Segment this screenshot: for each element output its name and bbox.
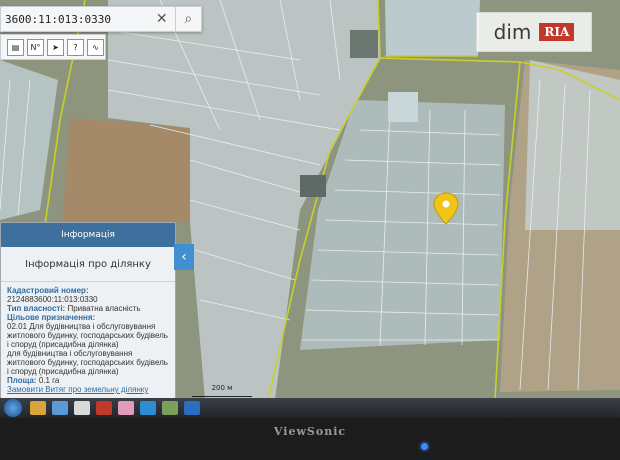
start-button[interactable] (4, 399, 22, 417)
purpose-detail: для будівництва і обслуговування житлово… (7, 349, 168, 376)
brown-field (62, 118, 190, 222)
area-label: Площа: (7, 376, 37, 385)
collapse-panel-icon[interactable]: ‹ (174, 244, 194, 270)
search-icon[interactable]: ⌕ (174, 7, 202, 31)
area-value: 0.1 га (38, 376, 60, 385)
panel-header: Інформація (1, 223, 175, 247)
search-input[interactable] (1, 12, 149, 26)
ownership-value: Приватна власність (67, 304, 141, 313)
panel-body: Кадастровий номер: 2124883600:11:013:033… (1, 282, 175, 398)
browser-icon[interactable] (52, 401, 68, 415)
cadastral-label: Кадастровий номер: (7, 286, 89, 295)
cadastral-value: 2124883600:11:013:0330 (7, 295, 98, 304)
app-icon[interactable] (118, 401, 134, 415)
screen: ✕ ⌕ ▤ N° ➤ ? ∿ dim RIA Інформація Інформ… (0, 0, 620, 400)
taskbar (0, 398, 620, 418)
logo-ria: RIA (539, 23, 575, 41)
dimria-logo: dim RIA (476, 12, 592, 52)
app-icon[interactable] (96, 401, 112, 415)
word-icon[interactable] (184, 401, 200, 415)
building (300, 175, 326, 197)
parcel-top (385, 0, 480, 56)
scale-bar: 200 м (192, 384, 252, 397)
order-extract-link[interactable]: Замовити Витяг про земельну ділянку (7, 385, 169, 394)
purpose-value: 02.01 Для будівництва і обслуговування ж… (7, 322, 168, 349)
cursor-icon[interactable]: ➤ (47, 38, 64, 56)
route-icon[interactable]: ∿ (87, 38, 104, 56)
parcel-info-panel: Інформація Інформація про ділянку Кадаст… (0, 222, 176, 400)
power-led-icon (421, 443, 428, 450)
clear-icon[interactable]: ✕ (149, 7, 175, 31)
app-icon[interactable] (140, 401, 156, 415)
building (388, 92, 418, 122)
monitor-brand: ViewSonic (273, 425, 347, 438)
purpose-label: Цільове призначення: (7, 313, 96, 322)
panel-subtitle: Інформація про ділянку (1, 247, 175, 282)
logo-dim: dim (493, 20, 532, 44)
help-icon[interactable]: ? (67, 38, 84, 56)
app-icon[interactable] (162, 401, 178, 415)
app-icon[interactable] (74, 401, 90, 415)
building (350, 30, 378, 58)
map-toolbar: ▤ N° ➤ ? ∿ (0, 34, 106, 60)
folder-icon[interactable] (30, 401, 46, 415)
search-bar: ✕ ⌕ (0, 6, 202, 32)
layers-icon[interactable]: ▤ (7, 38, 24, 56)
ownership-label: Тип власності: (7, 304, 66, 313)
ruler-icon[interactable]: N° (27, 38, 44, 56)
